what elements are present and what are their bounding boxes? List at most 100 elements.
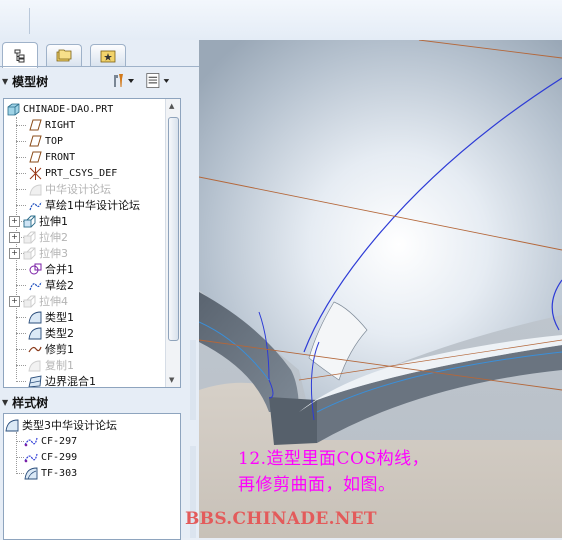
expand-toggle-icon[interactable]: + bbox=[9, 231, 20, 243]
style-tree-root[interactable]: 类型3中华设计论坛 bbox=[5, 417, 117, 433]
tree-item-label: 类型2 bbox=[45, 327, 74, 340]
tools-icon bbox=[114, 74, 134, 87]
folder-browser-tab-icon bbox=[56, 49, 72, 62]
tree-item[interactable]: FRONT bbox=[16, 149, 75, 165]
style-tree: 类型3中华设计论坛 CF-297 CF-299 TF-303 bbox=[3, 413, 181, 540]
model-tree-scrollbar[interactable]: ▲ ▼ bbox=[165, 99, 180, 387]
tree-item-label: 拉伸3 bbox=[39, 247, 68, 260]
extrude-icon bbox=[22, 214, 36, 228]
style-surface-icon bbox=[5, 418, 19, 432]
model-tree: CHINADE-DAO.PRT RIGHT TOP FRONT PRT_CSYS_DE… bbox=[3, 98, 181, 388]
collapse-triangle-icon: ▼ bbox=[2, 397, 9, 407]
model-tree-title: 模型树 bbox=[12, 74, 49, 89]
tree-item-label: TOP bbox=[45, 135, 64, 147]
tree-item[interactable]: + 拉伸4 bbox=[9, 293, 68, 309]
style-surface-icon bbox=[28, 310, 42, 324]
boundary-blend-icon bbox=[28, 374, 42, 387]
annotation-line-2: 再修剪曲面，如图。 bbox=[238, 475, 396, 495]
scroll-thumb[interactable] bbox=[168, 117, 179, 341]
tree-root-label: CHINADE-DAO.PRT bbox=[23, 103, 114, 115]
coordinate-system-icon bbox=[28, 166, 42, 180]
model-tree-tab-icon bbox=[14, 49, 25, 62]
tree-item[interactable]: 草绘1中华设计论坛 bbox=[16, 197, 140, 213]
tree-item[interactable]: 修剪1 bbox=[16, 341, 74, 357]
style-tree-item[interactable]: CF-297 bbox=[24, 433, 77, 449]
curve-free-icon bbox=[24, 450, 38, 464]
tree-item[interactable]: + 拉伸3 bbox=[9, 245, 68, 261]
curve-free-icon bbox=[24, 434, 38, 448]
expand-toggle-icon[interactable]: + bbox=[9, 215, 20, 227]
style-tree-root-label: 类型3中华设计论坛 bbox=[22, 419, 117, 432]
tree-item-label: 中华设计论坛 bbox=[45, 183, 111, 196]
trim-icon bbox=[28, 342, 42, 356]
tree-item-label: 修剪1 bbox=[45, 343, 74, 356]
expand-toggle-icon[interactable]: + bbox=[9, 295, 20, 307]
surface-icon bbox=[28, 182, 42, 196]
extrude-icon bbox=[22, 230, 36, 244]
datum-plane-icon bbox=[28, 150, 42, 164]
tree-item-label: 拉伸4 bbox=[39, 295, 68, 308]
navigator-tabs bbox=[2, 42, 197, 68]
tree-item[interactable]: + 拉伸2 bbox=[9, 229, 68, 245]
settings-tools-button[interactable] bbox=[110, 71, 138, 91]
list-options-icon bbox=[146, 73, 170, 88]
top-toolbar bbox=[0, 0, 562, 41]
tree-item[interactable]: 中华设计论坛 bbox=[16, 181, 111, 197]
tree-item-label: 复制1 bbox=[45, 359, 74, 372]
tree-item[interactable]: PRT_CSYS_DEF bbox=[16, 165, 117, 181]
tree-item-label: 草绘1中华设计论坛 bbox=[45, 199, 140, 212]
datum-plane-icon bbox=[28, 134, 42, 148]
favorites-tab-icon bbox=[100, 50, 116, 63]
style-tree-item-label: TF-303 bbox=[41, 467, 78, 479]
model-tree-tools bbox=[110, 71, 172, 91]
tree-item-label: 合并1 bbox=[45, 263, 74, 276]
style-tree-item-label: CF-299 bbox=[41, 451, 78, 463]
style-tree-item[interactable]: CF-299 bbox=[24, 449, 77, 465]
style-surface-icon bbox=[28, 326, 42, 340]
favorites-tab[interactable] bbox=[90, 44, 126, 67]
part-icon bbox=[6, 102, 20, 116]
tree-item-label: RIGHT bbox=[45, 119, 76, 131]
sketch-icon bbox=[28, 198, 42, 212]
copy-icon bbox=[28, 358, 42, 372]
scroll-up-arrow-icon[interactable]: ▲ bbox=[169, 102, 174, 110]
toolbar-separator bbox=[29, 8, 30, 34]
style-tree-title: 样式树 bbox=[12, 395, 49, 410]
model-tree-tab[interactable] bbox=[2, 42, 38, 68]
tree-item-label: 拉伸1 bbox=[39, 215, 68, 228]
tree-item-label: 边界混合1 bbox=[45, 375, 96, 388]
style-tree-header[interactable]: ▼ 样式树 bbox=[2, 393, 192, 411]
tree-item[interactable]: 草绘2 bbox=[16, 277, 74, 293]
trimmed-surface-icon bbox=[24, 466, 38, 480]
tree-root[interactable]: CHINADE-DAO.PRT bbox=[6, 101, 113, 117]
tree-item[interactable]: 合并1 bbox=[16, 261, 74, 277]
tree-item-label: 类型1 bbox=[45, 311, 74, 324]
show-options-button[interactable] bbox=[144, 71, 172, 91]
scroll-down-arrow-icon[interactable]: ▼ bbox=[169, 376, 174, 384]
merge-icon bbox=[28, 262, 42, 276]
tree-item[interactable]: 边界混合1 bbox=[16, 373, 96, 388]
sketch-icon bbox=[28, 278, 42, 292]
tree-item-label: PRT_CSYS_DEF bbox=[45, 167, 118, 179]
tree-item[interactable]: + 拉伸1 bbox=[9, 213, 68, 229]
expand-toggle-icon[interactable]: + bbox=[9, 247, 20, 259]
navigator-panel: ▼ 模型树 CHINADE-DAO.PRT RIGHT TOP FRONT PR… bbox=[0, 40, 199, 540]
tab-baseline bbox=[0, 66, 199, 67]
tree-item[interactable]: 类型1 bbox=[16, 309, 74, 325]
datum-plane-icon bbox=[28, 118, 42, 132]
tree-item-label: FRONT bbox=[45, 151, 76, 163]
tree-item[interactable]: 复制1 bbox=[16, 357, 74, 373]
annotation-line-1: 12.造型里面COS构线， bbox=[238, 449, 430, 469]
tree-item[interactable]: TOP bbox=[16, 133, 63, 149]
watermark: BBS.CHINADE.NET bbox=[185, 509, 377, 529]
tree-item[interactable]: 类型2 bbox=[16, 325, 74, 341]
folder-browser-tab[interactable] bbox=[46, 44, 82, 67]
tree-item-label: 拉伸2 bbox=[39, 231, 68, 244]
extrude-icon bbox=[22, 246, 36, 260]
tree-item[interactable]: RIGHT bbox=[16, 117, 75, 133]
style-tree-item-label: CF-297 bbox=[41, 435, 78, 447]
collapse-triangle-icon: ▼ bbox=[2, 76, 9, 86]
style-tree-item[interactable]: TF-303 bbox=[24, 465, 77, 481]
extrude-icon bbox=[22, 294, 36, 308]
tree-item-label: 草绘2 bbox=[45, 279, 74, 292]
